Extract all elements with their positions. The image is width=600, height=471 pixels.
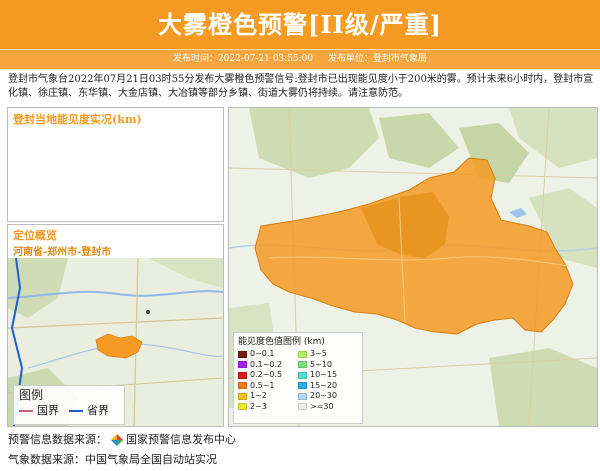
- legend-label: 0.1~0.2: [250, 359, 283, 369]
- legend-label: 20~30: [310, 391, 338, 400]
- color-swatch-icon: [298, 361, 307, 369]
- color-swatch-icon: [238, 382, 247, 390]
- province-border-label: 省界: [87, 404, 109, 417]
- legend-label: 0.2~0.5: [250, 370, 283, 379]
- visibility-panel-title: 登封当地能见度实况(km): [13, 113, 142, 126]
- warning-meta-bar: 发布时间：2022-07-21 03:55:00 发布单位：登封市气象局: [0, 49, 600, 69]
- weather-source-line: 气象数据来源：中国气象局全国自动站实况: [8, 453, 217, 466]
- legend-item-province-border: 省界: [69, 403, 109, 419]
- legend-label: 1~2: [250, 391, 267, 400]
- location-overview-panel: 定位概览 河南省-郑州市-登封市 图例 国界 省界: [7, 224, 224, 427]
- national-warning-center-logo-icon: [111, 434, 123, 446]
- location-overview-title: 定位概览: [13, 229, 57, 242]
- legend-item: 0.1~0.2: [238, 360, 298, 371]
- legend-label: 3~5: [310, 349, 327, 358]
- legend-label: 10~15: [310, 370, 338, 379]
- location-legend: 图例 国界 省界: [13, 385, 125, 425]
- legend-item: 0~0.1: [238, 349, 298, 360]
- legend-item: 2~3: [238, 402, 298, 413]
- warning-area-map-panel: 能见度色值图例 (km) 0~0.1 3~5 0.1~0.2 5~10 0.2~…: [228, 107, 598, 427]
- legend-label: 0~0.1: [250, 349, 275, 358]
- location-path: 河南省-郑州市-登封市: [13, 247, 112, 258]
- legend-label: 2~3: [250, 401, 267, 411]
- warning-title: 大雾橙色预警[II级/严重]: [158, 10, 442, 39]
- legend-item: 3~5: [298, 349, 358, 360]
- warning-source-name[interactable]: 国家预警信息发布中心: [126, 433, 236, 447]
- legend-item-national-border: 国界: [19, 403, 59, 419]
- location-legend-title: 图例: [19, 388, 44, 402]
- legend-item: 1~2: [238, 391, 298, 402]
- visibility-color-legend: 能见度色值图例 (km) 0~0.1 3~5 0.1~0.2 5~10 0.2~…: [233, 332, 363, 424]
- location-legend-row: 国界 省界: [19, 403, 119, 419]
- color-swatch-icon: [298, 392, 307, 400]
- legend-item: 20~30: [298, 391, 358, 402]
- legend-item: 15~20: [298, 381, 358, 392]
- color-swatch-icon: [298, 403, 307, 411]
- legend-item: 0.5~1: [238, 381, 298, 392]
- legend-label: >=30: [310, 401, 334, 411]
- warning-source-line: 预警信息数据来源： 国家预警信息发布中心: [8, 433, 236, 447]
- color-swatch-icon: [238, 350, 247, 358]
- warning-description: 登封市气象台2022年07月21日03时55分发布大雾橙色预警信号:登封市已出现…: [8, 74, 594, 99]
- visibility-legend-grid: 0~0.1 3~5 0.1~0.2 5~10 0.2~0.5 10~15 0.5…: [238, 349, 358, 412]
- visibility-legend-title: 能见度色值图例 (km): [238, 337, 325, 347]
- color-swatch-icon: [238, 392, 247, 400]
- visibility-panel: 登封当地能见度实况(km): [7, 107, 224, 222]
- color-swatch-icon: [298, 350, 307, 358]
- color-swatch-icon: [238, 403, 247, 411]
- legend-item: 5~10: [298, 360, 358, 371]
- warning-source-label: 预警信息数据来源：: [8, 433, 107, 446]
- legend-label: 5~10: [310, 359, 332, 369]
- legend-item: >=30: [298, 402, 358, 413]
- national-border-line-icon: [19, 410, 33, 412]
- warning-banner: 大雾橙色预警[II级/严重]: [0, 0, 600, 49]
- publish-unit: 发布单位：登封市气象局: [328, 54, 428, 64]
- national-border-label: 国界: [37, 404, 59, 417]
- color-swatch-icon: [298, 382, 307, 390]
- legend-label: 0.5~1: [250, 380, 275, 390]
- legend-item: 0.2~0.5: [238, 370, 298, 381]
- publish-time: 发布时间：2022-07-21 03:55:00: [172, 54, 314, 64]
- color-swatch-icon: [238, 361, 247, 369]
- color-swatch-icon: [238, 371, 247, 379]
- legend-label: 15~20: [310, 380, 338, 390]
- legend-item: 10~15: [298, 370, 358, 381]
- province-border-line-icon: [69, 410, 83, 412]
- color-swatch-icon: [298, 371, 307, 379]
